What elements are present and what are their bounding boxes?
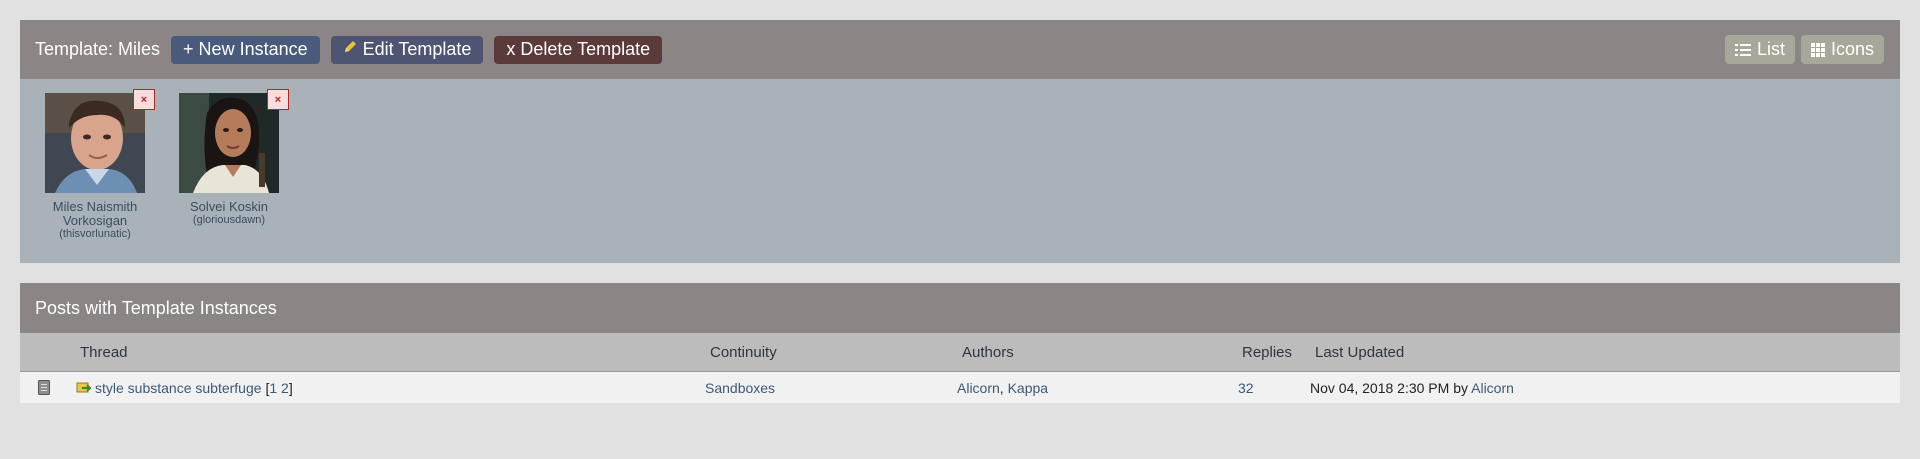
delete-template-button[interactable]: x Delete Template xyxy=(494,35,663,64)
character-avatar[interactable]: × xyxy=(45,89,155,193)
grid-icon xyxy=(1810,42,1825,57)
list-view-button[interactable]: List xyxy=(1724,35,1795,64)
view-toggle: List Icons xyxy=(1724,35,1884,64)
author-link[interactable]: Kappa xyxy=(1008,380,1048,396)
character-avatar[interactable]: × xyxy=(179,89,289,193)
author-separator: , xyxy=(999,380,1004,396)
column-authors: Authors xyxy=(962,344,1014,361)
character-name[interactable]: Miles Naismith Vorkosigan xyxy=(35,200,155,228)
thread-title-link[interactable]: style substance subterfuge xyxy=(95,380,262,396)
column-thread: Thread xyxy=(80,344,128,361)
edit-template-label: Edit Template xyxy=(362,39,472,59)
list-icon xyxy=(1734,43,1751,56)
last-updated-cell: Nov 04, 2018 2:30 PM by Alicorn xyxy=(1310,380,1514,396)
thread-cell: style substance subterfuge [1 2] xyxy=(95,380,293,396)
posts-header: Posts with Template Instances xyxy=(20,283,1900,333)
last-updated-text: Nov 04, 2018 2:30 PM by xyxy=(1310,380,1468,396)
page-link-2[interactable]: 2 xyxy=(281,380,289,396)
character-handle[interactable]: (thisvorlunatic) xyxy=(35,228,155,240)
character-card: × Solvei Koskin (gloriousdawn) xyxy=(169,89,289,226)
authors-cell: Alicorn, Kappa xyxy=(957,380,1048,396)
character-gallery: × Miles Naismith Vorkosigan (thisvorluna… xyxy=(20,79,1900,263)
column-continuity: Continuity xyxy=(710,344,777,361)
template-panel: Template: Miles + New Instance Edit Temp… xyxy=(20,20,1900,263)
character-handle[interactable]: (gloriousdawn) xyxy=(169,214,289,226)
icons-view-label: Icons xyxy=(1830,39,1874,59)
icons-view-button[interactable]: Icons xyxy=(1800,35,1884,64)
character-name[interactable]: Solvei Koskin xyxy=(169,200,289,214)
list-view-label: List xyxy=(1756,39,1785,59)
author-link[interactable]: Alicorn xyxy=(957,380,1000,396)
template-header: Template: Miles + New Instance Edit Temp… xyxy=(20,20,1900,79)
avatar-image xyxy=(45,93,145,193)
remove-character-button[interactable]: × xyxy=(133,89,155,110)
column-replies: Replies xyxy=(1242,344,1293,361)
column-last-updated: Last Updated xyxy=(1315,344,1405,361)
replies-count[interactable]: 32 xyxy=(1238,380,1254,396)
posts-panel: Posts with Template Instances Thread Con… xyxy=(20,283,1900,404)
unread-icon[interactable] xyxy=(76,380,93,397)
posts-table-header: Thread Continuity Authors Replies Last U… xyxy=(20,333,1900,372)
remove-character-button[interactable]: × xyxy=(267,89,289,110)
avatar-image xyxy=(179,93,279,193)
page-bracket-close: ] xyxy=(288,380,293,396)
template-title: Template: Miles xyxy=(35,39,161,59)
last-updated-author-link[interactable]: Alicorn xyxy=(1471,380,1514,396)
new-instance-button[interactable]: + New Instance xyxy=(171,35,320,64)
continuity-link[interactable]: Sandboxes xyxy=(705,380,775,396)
pencil-icon xyxy=(343,40,357,59)
table-row: style substance subterfuge [1 2] Sandbox… xyxy=(20,372,1900,403)
page-link-1[interactable]: 1 xyxy=(269,380,277,396)
edit-template-button[interactable]: Edit Template xyxy=(330,35,484,64)
thread-status-icon[interactable] xyxy=(38,380,50,398)
character-card: × Miles Naismith Vorkosigan (thisvorluna… xyxy=(35,89,155,240)
